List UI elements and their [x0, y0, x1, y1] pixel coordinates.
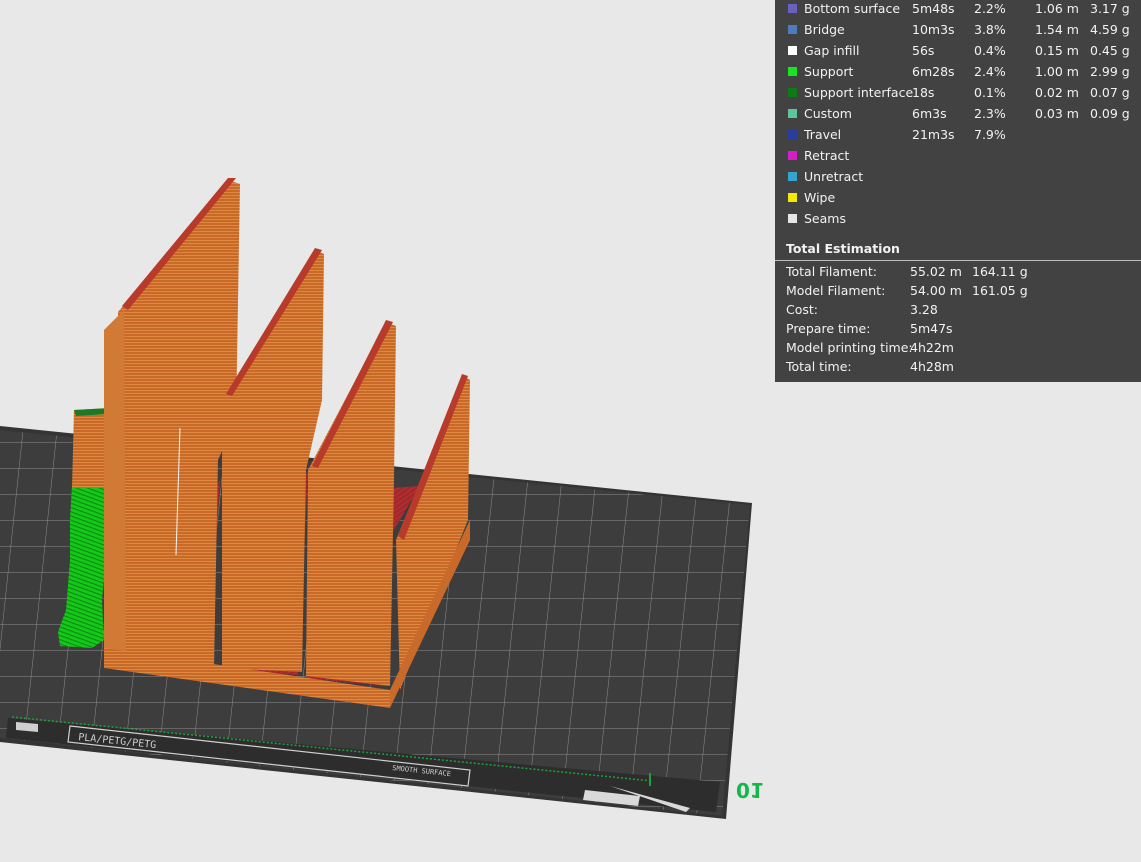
- feature-length: 0.15 m: [1035, 43, 1079, 58]
- total-label: Total time:: [786, 359, 852, 374]
- color-swatch: [788, 4, 797, 13]
- color-swatch: [788, 151, 797, 160]
- total-row: Cost: 3.28: [775, 301, 1141, 320]
- total-value: 4h28m: [910, 359, 954, 374]
- feature-length: 0.03 m: [1035, 106, 1079, 121]
- feature-name: Custom: [804, 106, 852, 121]
- color-swatch: [788, 88, 797, 97]
- color-swatch: [788, 193, 797, 202]
- feature-name: Bottom surface: [804, 1, 901, 16]
- feature-name: Retract: [804, 148, 850, 163]
- total-value-2: 161.05 g: [972, 283, 1028, 298]
- total-label: Cost:: [786, 302, 819, 317]
- bed-axis-label: 01: [736, 778, 764, 802]
- legend-row[interactable]: Travel 21m3s 7.9%: [775, 126, 1141, 147]
- feature-time: 18s: [912, 85, 935, 100]
- total-row: Model printing time: 4h22m: [775, 339, 1141, 358]
- feature-time: 5m48s: [912, 1, 955, 16]
- feature-percent: 2.3%: [974, 106, 1006, 121]
- total-value: 5m47s: [910, 321, 953, 336]
- feature-weight: 3.17 g: [1090, 1, 1130, 16]
- feature-time: 10m3s: [912, 22, 955, 37]
- total-value: 4h22m: [910, 340, 954, 355]
- feature-name: Wipe: [804, 190, 836, 205]
- total-label: Model Filament:: [786, 283, 886, 298]
- color-swatch: [788, 25, 797, 34]
- total-value: 54.00 m: [910, 283, 962, 298]
- feature-weight: 0.07 g: [1090, 85, 1130, 100]
- printed-model: [104, 178, 470, 708]
- legend-row[interactable]: Bridge 10m3s 3.8% 1.54 m 4.59 g: [775, 21, 1141, 42]
- legend-row[interactable]: Gap infill 56s 0.4% 0.15 m 0.45 g: [775, 42, 1141, 63]
- feature-time: 21m3s: [912, 127, 955, 142]
- color-swatch: [788, 109, 797, 118]
- feature-length: 1.06 m: [1035, 1, 1079, 16]
- total-row: Total Filament: 55.02 m 164.11 g: [775, 263, 1141, 282]
- legend-row[interactable]: Wipe: [775, 189, 1141, 210]
- legend-row[interactable]: Custom 6m3s 2.3% 0.03 m 0.09 g: [775, 105, 1141, 126]
- legend-row[interactable]: Retract: [775, 147, 1141, 168]
- total-label: Total Filament:: [786, 264, 877, 279]
- total-row: Prepare time: 5m47s: [775, 320, 1141, 339]
- feature-name: Unretract: [804, 169, 864, 184]
- feature-percent: 0.1%: [974, 85, 1006, 100]
- feature-weight: 4.59 g: [1090, 22, 1130, 37]
- legend-row[interactable]: Support 6m28s 2.4% 1.00 m 2.99 g: [775, 63, 1141, 84]
- total-value-2: 164.11 g: [972, 264, 1028, 279]
- feature-percent: 3.8%: [974, 22, 1006, 37]
- feature-name: Travel: [804, 127, 842, 142]
- feature-length: 0.02 m: [1035, 85, 1079, 100]
- slice-statistics-panel: Bottom surface 5m48s 2.2% 1.06 m 3.17 g Bridg…: [775, 0, 1141, 382]
- feature-weight: 0.09 g: [1090, 106, 1130, 121]
- total-label: Prepare time:: [786, 321, 871, 336]
- total-row: Model Filament: 54.00 m 161.05 g: [775, 282, 1141, 301]
- feature-name: Support interface: [804, 85, 914, 100]
- feature-percent: 2.4%: [974, 64, 1006, 79]
- total-label: Model printing time:: [786, 340, 913, 355]
- feature-time: 6m28s: [912, 64, 955, 79]
- feature-name: Support: [804, 64, 854, 79]
- color-swatch: [788, 67, 797, 76]
- legend-row[interactable]: Support interface 18s 0.1% 0.02 m 0.07 g: [775, 84, 1141, 105]
- feature-name: Bridge: [804, 22, 845, 37]
- legend-row[interactable]: Unretract: [775, 168, 1141, 189]
- feature-percent: 0.4%: [974, 43, 1006, 58]
- feature-length: 1.00 m: [1035, 64, 1079, 79]
- feature-weight: 0.45 g: [1090, 43, 1130, 58]
- divider: [775, 260, 1141, 261]
- total-row: Total time: 4h28m: [775, 358, 1141, 377]
- feature-name: Seams: [804, 211, 846, 226]
- feature-percent: 7.9%: [974, 127, 1006, 142]
- feature-time: 6m3s: [912, 106, 947, 121]
- feature-length: 1.54 m: [1035, 22, 1079, 37]
- total-value: 3.28: [910, 302, 938, 317]
- total-estimation-title: Total Estimation: [786, 241, 900, 256]
- color-swatch: [788, 172, 797, 181]
- color-swatch: [788, 130, 797, 139]
- legend-row[interactable]: Bottom surface 5m48s 2.2% 1.06 m 3.17 g: [775, 0, 1141, 21]
- color-swatch: [788, 214, 797, 223]
- color-swatch: [788, 46, 797, 55]
- feature-percent: 2.2%: [974, 1, 1006, 16]
- feature-name: Gap infill: [804, 43, 860, 58]
- total-value: 55.02 m: [910, 264, 962, 279]
- feature-weight: 2.99 g: [1090, 64, 1130, 79]
- feature-time: 56s: [912, 43, 935, 58]
- legend-row[interactable]: Seams: [775, 210, 1141, 231]
